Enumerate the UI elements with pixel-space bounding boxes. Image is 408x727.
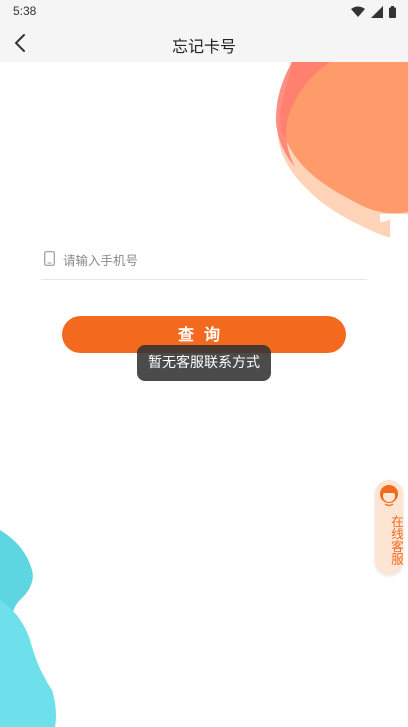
status-time: 5:38 xyxy=(13,4,37,18)
battery-icon xyxy=(389,6,396,18)
toast-message: 暂无客服联系方式 xyxy=(137,345,271,381)
phone-icon xyxy=(44,251,55,266)
wifi-icon xyxy=(351,6,365,17)
online-service-button[interactable]: 在线客服 xyxy=(375,480,404,575)
status-icons xyxy=(351,5,396,19)
bottom-decoration xyxy=(0,530,56,727)
signal-icon xyxy=(371,6,383,18)
online-service-label: 在线客服 xyxy=(389,515,404,565)
phone-input[interactable] xyxy=(61,247,365,273)
status-bar: 5:38 xyxy=(0,0,408,24)
phone-field-row xyxy=(41,245,367,280)
top-decoration xyxy=(275,62,408,242)
page-title: 忘记卡号 xyxy=(171,37,236,56)
nav-bar: 忘记卡号 xyxy=(0,24,408,62)
customer-service-avatar-icon xyxy=(380,485,398,507)
